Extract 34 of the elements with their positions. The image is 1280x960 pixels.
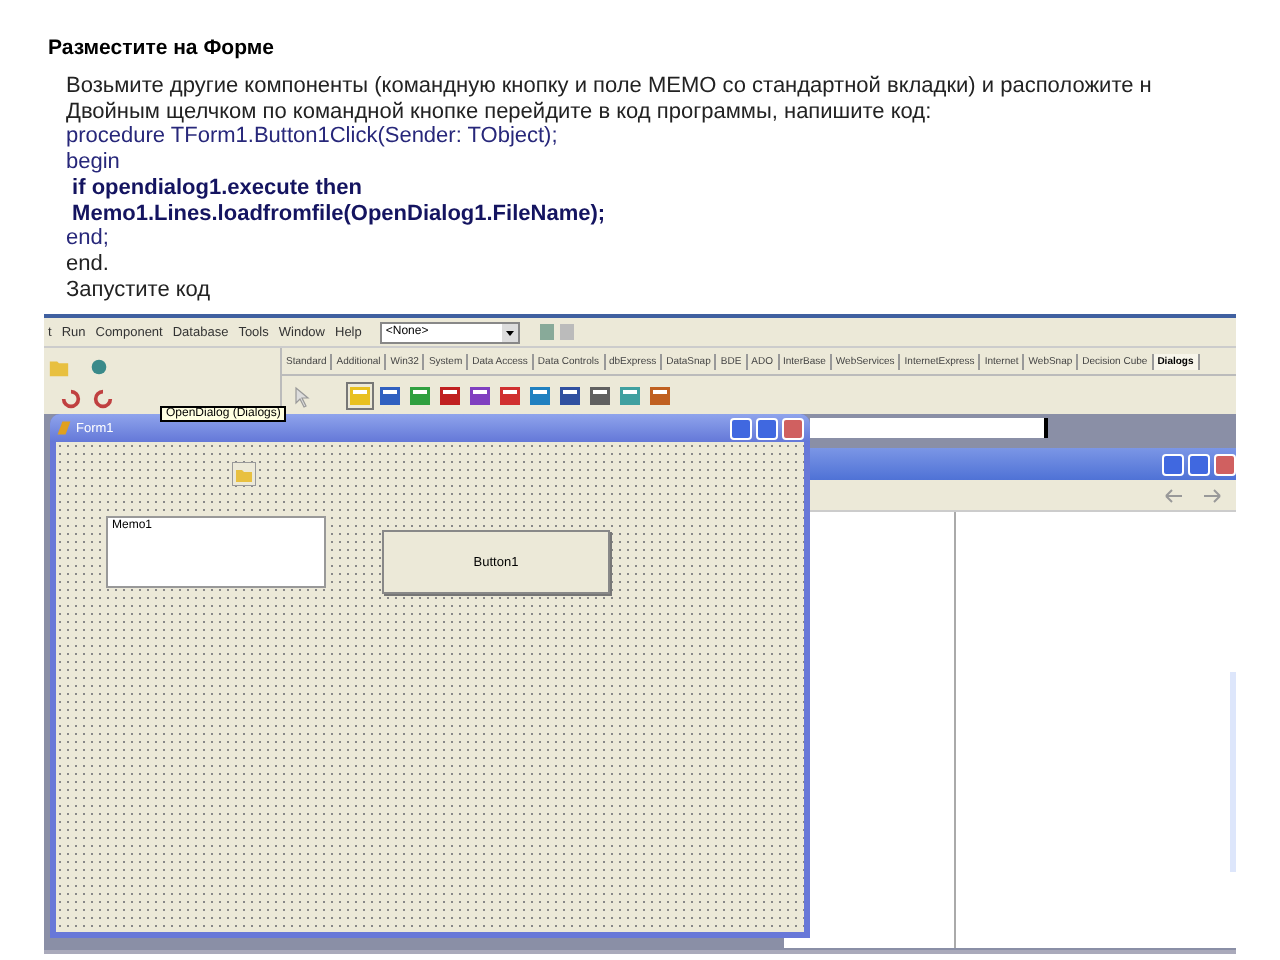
text-line: Memo1.Lines.loadfromfile(OpenDialog1.FileName); bbox=[70, 201, 608, 227]
slide-heading: Разместите на Форме bbox=[48, 36, 274, 60]
component-icon[interactable] bbox=[348, 383, 372, 407]
component-icon[interactable] bbox=[648, 383, 672, 407]
component-icon[interactable] bbox=[498, 383, 522, 407]
component-icon[interactable] bbox=[438, 383, 462, 407]
text-line: Возьмите другие компоненты (командную кнопку и поле МЕМО со стандартной вкладки) и расположите н bbox=[66, 74, 1152, 100]
component-icon[interactable] bbox=[468, 383, 492, 407]
component-icon[interactable] bbox=[408, 383, 432, 407]
form-icon bbox=[56, 420, 72, 436]
component-icon[interactable] bbox=[618, 383, 642, 407]
text-line: end; bbox=[66, 226, 111, 252]
close-button[interactable] bbox=[782, 417, 804, 439]
maximize-button[interactable] bbox=[756, 417, 778, 439]
text-line: end. bbox=[66, 251, 111, 278]
text-line: procedure TForm1.Button1Click(Sender: TObject); bbox=[66, 124, 560, 151]
maximize-button[interactable] bbox=[1188, 453, 1210, 475]
component-icon[interactable] bbox=[528, 383, 552, 407]
close-button[interactable] bbox=[1214, 453, 1236, 475]
text-line: Запустите код bbox=[66, 277, 213, 303]
pointer-icon[interactable] bbox=[290, 383, 314, 407]
minimize-button[interactable] bbox=[1162, 453, 1184, 475]
component-icon[interactable] bbox=[558, 383, 582, 407]
input-field[interactable] bbox=[810, 418, 1048, 438]
component-icon[interactable] bbox=[588, 383, 612, 407]
text-line: Двойным щелчком по командной кнопке перейдите в код программы, напишите код: bbox=[66, 99, 934, 125]
text-line: begin bbox=[66, 150, 122, 176]
undo-icon[interactable] bbox=[60, 388, 82, 410]
redo-icon[interactable] bbox=[92, 388, 114, 410]
component-icon[interactable] bbox=[378, 383, 402, 407]
open-dialog-icon[interactable] bbox=[232, 462, 256, 486]
back-forward-icon[interactable] bbox=[1164, 487, 1224, 503]
text-line: if opendialog1.execute then bbox=[70, 175, 364, 202]
minimize-button[interactable] bbox=[730, 417, 752, 439]
